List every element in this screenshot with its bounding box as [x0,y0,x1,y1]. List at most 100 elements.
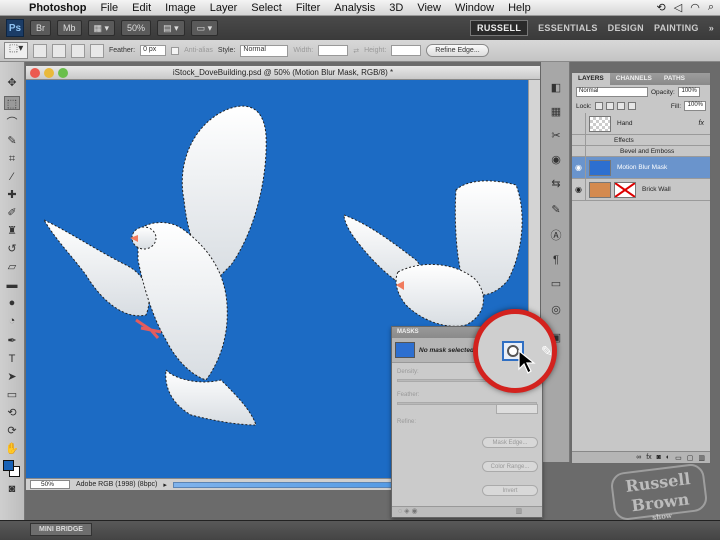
link-layers-icon[interactable]: ∞ [636,454,641,461]
pen-tool-icon[interactable]: ✒ [4,334,20,348]
3d-rotate-tool-icon[interactable]: ⟲ [4,406,20,420]
3d-orbit-tool-icon[interactable]: ⟳ [4,424,20,438]
delete-mask-icon[interactable]: ▥ [516,508,523,515]
shape-tool-icon[interactable]: ▭ [4,388,20,402]
volume-icon[interactable]: ◁ [674,1,682,14]
lock-transparent-icon[interactable] [594,102,603,110]
swatches-panel-icon[interactable]: ▦ [548,104,564,120]
brush-tool-icon[interactable]: ✐ [4,206,20,220]
spotlight-icon[interactable]: ⌕ [708,1,714,14]
layer-motion-blur-mask[interactable]: ◉ Motion Blur Mask [572,157,710,179]
menu-3d[interactable]: 3D [382,2,410,14]
layer-mask-thumbnail[interactable] [614,181,636,198]
workspace-overflow[interactable]: » [709,23,714,33]
adjustments-panel-icon[interactable]: ✂ [548,128,564,144]
gradient-tool-icon[interactable]: ▬ [4,278,20,292]
quick-selection-tool-icon[interactable]: ✎ [4,134,20,148]
clone-source-panel-icon[interactable]: ◎ [548,302,564,318]
arrange-documents-button[interactable]: ▤ ▾ [157,20,185,36]
adjustment-layer-icon[interactable]: ◐ [666,454,670,461]
blur-tool-icon[interactable]: ● [4,296,20,310]
feather-input[interactable]: 0 px [140,45,167,56]
add-mask-icon[interactable]: ◙ [657,454,661,461]
intersect-selection-icon[interactable] [90,43,104,58]
vector-mask-icon[interactable]: ✎ [541,343,553,360]
width-input[interactable] [318,45,349,56]
clone-stamp-tool-icon[interactable]: ♜ [4,224,20,238]
menu-view[interactable]: View [410,2,448,14]
layer-effect-bevel[interactable]: Bevel and Emboss [572,146,710,157]
info-panel-icon[interactable]: ▭ [548,276,564,292]
anti-alias-checkbox[interactable] [171,46,180,55]
layer-hand[interactable]: Hand fx [572,113,710,135]
add-to-selection-icon[interactable] [52,43,66,58]
disable-mask-icon[interactable]: ◉ [411,508,417,515]
menu-filter[interactable]: Filter [289,2,327,14]
path-selection-tool-icon[interactable]: ➤ [4,370,20,384]
zoom-level-menu[interactable]: 50% [121,20,152,36]
history-panel-icon[interactable]: ◉ [548,152,564,168]
workspace-painting[interactable]: PAINTING [654,23,699,33]
lock-image-icon[interactable] [605,102,614,110]
eye-icon[interactable]: ◉ [572,157,586,178]
lasso-tool-icon[interactable]: ⌒ [4,116,20,130]
layer-effects[interactable]: Effects [572,135,710,146]
screen-mode-button[interactable]: ▭ ▾ [190,20,219,36]
subtract-from-selection-icon[interactable] [71,43,85,58]
apply-mask-icon[interactable]: ◈ [404,508,409,515]
close-window-button[interactable] [30,68,40,78]
document-tab[interactable]: iStock_DoveBuilding.psd @ 50% (Motion Bl… [26,66,540,80]
load-selection-icon[interactable]: ◌ [398,508,402,515]
swap-icon[interactable]: ⇄ [353,47,359,55]
menu-app-name[interactable]: Photoshop [22,2,93,14]
workspace-essentials[interactable]: ESSENTIALS [538,23,598,33]
character-panel-icon[interactable]: Ⓐ [548,228,564,244]
color-panel-icon[interactable]: ◧ [548,80,564,96]
wifi-icon[interactable]: ◠ [690,1,700,14]
blend-mode-select[interactable]: Normal [576,87,648,97]
bevel-visibility-icon[interactable] [572,146,586,156]
new-selection-icon[interactable] [33,43,47,58]
workspace-russell[interactable]: RUSSELL [470,20,529,36]
status-zoom-field[interactable]: 50% [30,480,70,489]
invert-button[interactable]: Invert [482,485,538,496]
minimize-window-button[interactable] [44,68,54,78]
type-tool-icon[interactable]: T [4,352,20,366]
fill-input[interactable]: 100% [684,101,706,111]
style-select[interactable]: Normal [240,44,289,57]
fx-icon[interactable]: fx [699,120,704,127]
lock-all-icon[interactable] [627,102,636,110]
feather-value-input[interactable] [496,404,538,414]
launch-minibridge-button[interactable]: Mb [57,20,82,36]
tab-layers[interactable]: LAYERS [572,73,610,85]
brushes-panel-icon[interactable]: ✎ [548,202,564,218]
menu-file[interactable]: File [93,2,125,14]
menu-edit[interactable]: Edit [125,2,158,14]
refine-edge-button[interactable]: Refine Edge... [426,44,489,57]
layer-brick-wall[interactable]: ◉ Brick Wall [572,179,710,201]
move-tool-icon[interactable]: ✥ [4,76,20,90]
tab-channels[interactable]: CHANNELS [610,73,658,85]
quick-mask-icon[interactable]: ◙ [4,482,20,496]
opacity-input[interactable]: 100% [677,87,700,97]
menu-image[interactable]: Image [158,2,203,14]
view-extras-button[interactable]: ▦ ▾ [87,20,116,36]
foreground-color-swatch[interactable] [3,460,14,471]
sync-icon[interactable]: ⟲ [657,1,666,14]
eye-icon[interactable]: ◉ [572,179,586,200]
dodge-tool-icon[interactable]: ◔ [4,314,20,328]
eraser-tool-icon[interactable]: ▱ [4,260,20,274]
eyedropper-tool-icon[interactable]: ⁄ [4,170,20,184]
effects-visibility-icon[interactable] [572,135,586,145]
crop-tool-icon[interactable]: ⌗ [4,152,20,166]
new-layer-icon[interactable]: ▢ [687,454,694,462]
workspace-design[interactable]: DESIGN [608,23,644,33]
menu-analysis[interactable]: Analysis [327,2,382,14]
height-input[interactable] [391,45,422,56]
status-menu-arrow[interactable]: ▸ [163,481,167,489]
launch-bridge-button[interactable]: Br [30,20,51,36]
mask-edge-button[interactable]: Mask Edge... [482,437,538,448]
paragraph-panel-icon[interactable]: ¶ [548,252,564,268]
delete-layer-icon[interactable]: ▥ [698,454,705,462]
color-range-button[interactable]: Color Range... [482,461,538,472]
